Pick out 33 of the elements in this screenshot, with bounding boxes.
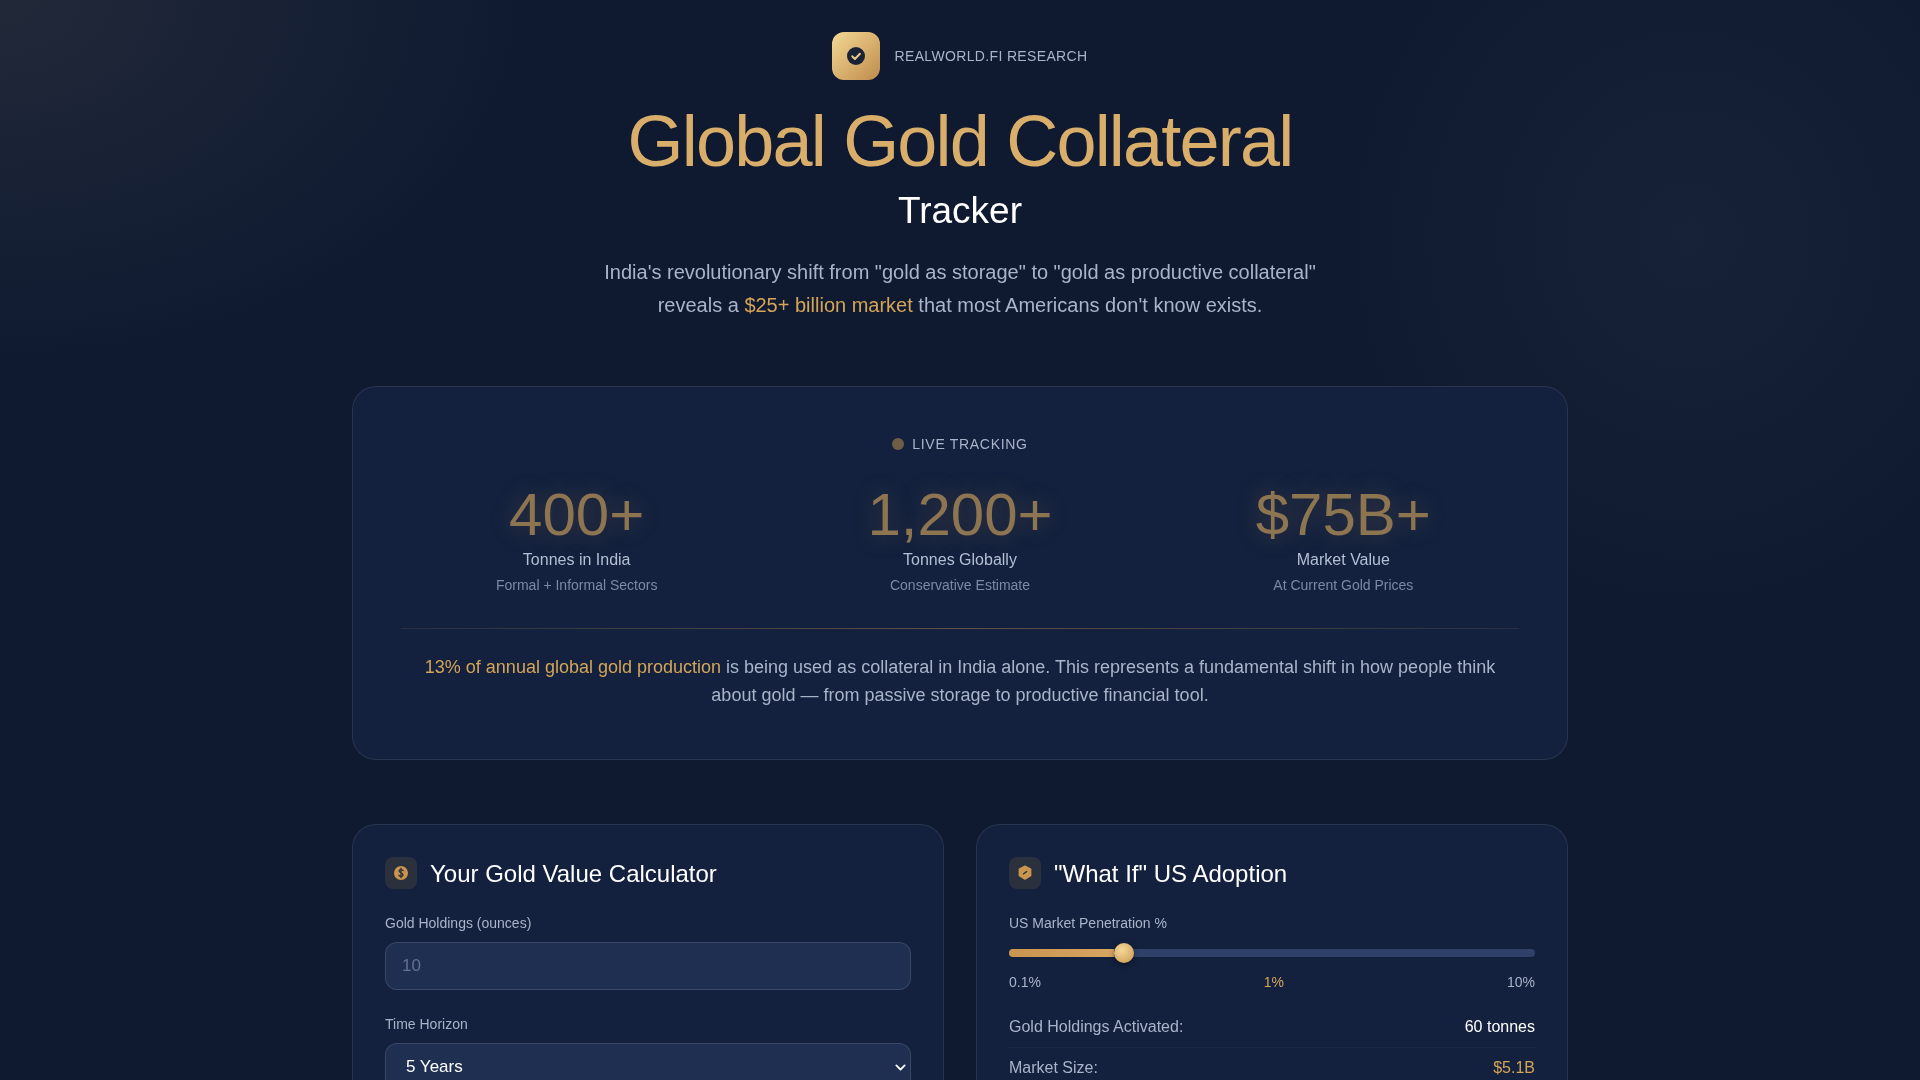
- brand-name: REALWORLD.FI RESEARCH: [894, 48, 1088, 64]
- status-dot-icon: [892, 438, 905, 451]
- stat-note: Conservative Estimate: [889, 575, 1030, 595]
- page-subtitle: Tracker: [897, 189, 1023, 234]
- input-field[interactable]: 10: [385, 942, 911, 991]
- stat-label: Tonnes Globally: [903, 549, 1017, 570]
- card-title: "What If" US Adoption: [1054, 858, 1288, 889]
- result-value: $5.1B: [1493, 1058, 1535, 1079]
- card-title: Your Gold Value Calculator: [430, 858, 717, 889]
- stat-value: $75B+: [1255, 481, 1431, 548]
- stat-label: Tonnes in India: [522, 549, 631, 570]
- stat-value: 400+: [509, 481, 645, 548]
- field-label: Time Horizon: [385, 1015, 469, 1035]
- stat-value: 1,200+: [867, 481, 1053, 548]
- slider-value: 1%: [1263, 973, 1285, 993]
- scale-label: 10%: [1506, 973, 1535, 993]
- stat-note: Formal + Informal Sectors: [495, 575, 658, 595]
- page-title: Global Gold Collateral: [626, 102, 1294, 182]
- dollar-coin-icon: [385, 857, 417, 890]
- live-label: LIVE TRACKING: [912, 434, 1028, 454]
- stat-label: Market Value: [1296, 549, 1390, 570]
- field-label: Gold Holdings (ounces): [385, 914, 533, 934]
- field-label: US Market Penetration %: [1009, 914, 1168, 934]
- result-label: Gold Holdings Activated:: [1009, 1017, 1184, 1038]
- stat-note: At Current Gold Prices: [1273, 575, 1414, 595]
- summary-text: 13% of annual global gold production is being used as collateral in India alone. This represents a fundamental shift in how people think about gold — from passive storage to productive financial tool.: [423, 655, 1497, 708]
- chevron-down-icon: [895, 1063, 906, 1071]
- result-value: 60 tonnes: [1464, 1017, 1535, 1038]
- slider-handle[interactable]: [1114, 943, 1135, 964]
- result-label: Market Size:: [1009, 1058, 1098, 1079]
- scale-label: 0.1%: [1009, 973, 1041, 993]
- hero-description: India's revolutionary shift from "gold as storage" to "gold as productive collateral" reveals a $25+ billion market that most Americans don't know exists.: [603, 259, 1317, 318]
- select-field[interactable]: 5 Years: [385, 1043, 911, 1080]
